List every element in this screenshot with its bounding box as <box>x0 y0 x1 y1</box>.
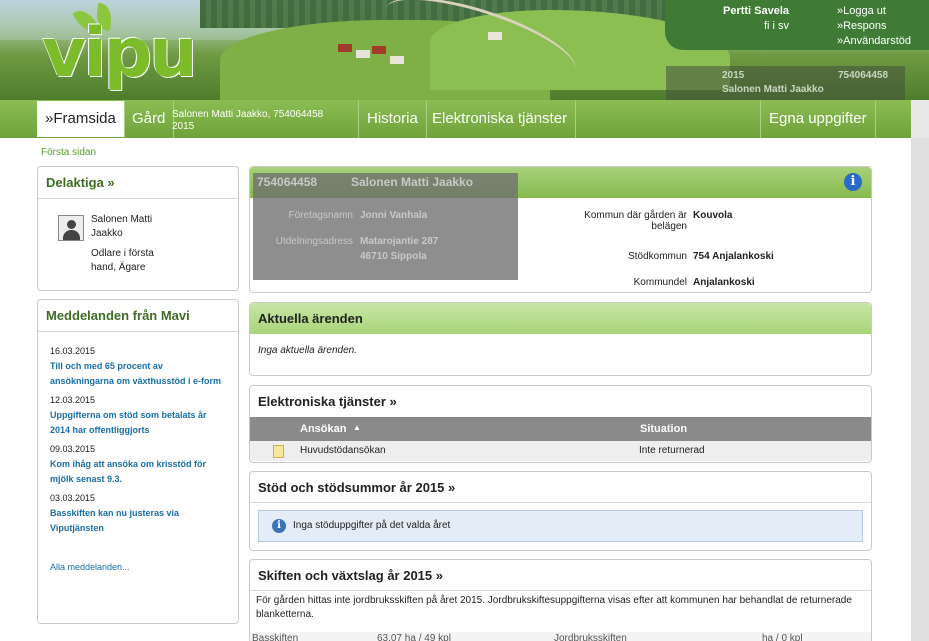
farm-badge-year: 2015 <box>722 70 745 81</box>
district-value: Anjalankoski <box>693 277 755 288</box>
banner-house <box>372 46 386 54</box>
current-cases-title: Aktuella ärenden <box>250 303 871 334</box>
nav-tab-gard[interactable]: Gård <box>124 100 175 138</box>
fields-box: Skiften och växtslag år 2015 » För gårde… <box>249 559 872 641</box>
agri-fields-label: Jordbruksskiften <box>554 633 627 641</box>
news-list: 16.03.2015 Till och med 65 procent av an… <box>50 340 225 575</box>
banner-house <box>488 32 502 40</box>
support-municipality-label: Stödkommun <box>628 251 687 262</box>
info-icon[interactable]: i <box>844 173 862 191</box>
district-label: Kommundel <box>633 277 687 288</box>
col-situation[interactable]: Situation <box>640 423 687 435</box>
scrollbar-track[interactable] <box>911 138 929 641</box>
col-application[interactable]: Ansökan <box>300 423 346 435</box>
news-date: 16.03.2015 <box>50 346 96 356</box>
info-icon: i <box>272 519 286 533</box>
application-status: Inte returnerad <box>639 445 705 456</box>
news-date: 03.03.2015 <box>50 493 96 503</box>
person-icon <box>58 215 84 241</box>
nav-tab-framsida[interactable]: »Framsida <box>37 101 125 137</box>
news-link[interactable]: Basskiften kan nu justeras via Viputjäns… <box>50 506 225 536</box>
news-date: 09.03.2015 <box>50 444 96 454</box>
privacy-overlay <box>253 173 518 280</box>
nav-tab-egna-uppgifter[interactable]: Egna uppgifter <box>760 100 876 138</box>
nav-tab-historia[interactable]: Historia <box>358 100 427 138</box>
participants-box: Delaktiga » Salonen Matti Jaakko Odlare … <box>37 166 239 291</box>
farm-badge-name: Salonen Matti Jaakko <box>722 84 824 95</box>
participant-role: Odlare i första hand, Ägare <box>91 248 154 273</box>
news-link[interactable]: Kom ihåg att ansöka om krisstöd för mjöl… <box>50 457 225 487</box>
agri-fields-value: ha / 0 kpl <box>762 633 803 641</box>
municipality-label: Kommun där gården är belägen <box>584 210 687 232</box>
support-sums-box: Stöd och stödsummor år 2015 » i Inga stö… <box>249 471 872 551</box>
all-news-link[interactable]: Alla meddelanden... <box>50 560 225 575</box>
farm-info-box: i 754064458 Salonen Matti Jaakko Företag… <box>249 166 872 293</box>
e-services-box: Elektroniska tjänster » Ansökan ▲ Situat… <box>249 385 872 463</box>
banner-house <box>390 56 404 64</box>
current-cases-text: Inga aktuella ärenden. <box>258 345 357 356</box>
banner-house <box>356 50 370 58</box>
feedback-link[interactable]: »Respons <box>837 19 911 34</box>
user-name: Pertti Savela <box>723 5 790 17</box>
logo-text: vipu <box>42 14 198 93</box>
support-notice-text: Inga stöduppgifter på det valda året <box>293 520 451 531</box>
participant-name: Salonen Matti Jaakko <box>91 214 153 239</box>
user-support-link[interactable]: »Användarstöd <box>837 34 911 49</box>
address-label: Utdelningsadress <box>275 236 353 247</box>
farm-id: 754064458 <box>257 175 318 189</box>
news-link[interactable]: Till och med 65 procent av ansökningarna… <box>50 359 225 389</box>
e-services-title[interactable]: Elektroniska tjänster » <box>250 386 871 417</box>
farm-badge-id: 754064458 <box>838 70 889 81</box>
main-nav: »Framsida Gård Salonen Matti Jaakko, 754… <box>0 100 911 138</box>
sort-up-icon[interactable]: ▲ <box>353 423 361 432</box>
participant-info: Salonen Matti Jaakko Odlare i första han… <box>91 213 181 275</box>
municipality-value: Kouvola <box>693 210 733 221</box>
news-link[interactable]: Uppgifterna om stöd som betalats år 2014… <box>50 408 225 438</box>
breadcrumb[interactable]: Första sidan <box>41 147 96 158</box>
base-fields-label: Basskiften <box>252 633 299 641</box>
base-fields-value: 63,07 ha / 49 kpl <box>377 633 451 641</box>
support-sums-title[interactable]: Stöd och stödsummor år 2015 » <box>250 472 871 503</box>
address-line1: Matarojantie 287 <box>360 236 439 247</box>
support-municipality-value: 754 Anjalankoski <box>693 251 774 262</box>
company-label: Företagsnamn <box>288 210 353 221</box>
nav-farm-info: Salonen Matti Jaakko, 754064458 2015 <box>172 109 323 133</box>
address-line2: 46710 Sippola <box>360 251 427 262</box>
logout-link[interactable]: »Logga ut <box>837 4 911 19</box>
vipu-logo[interactable]: vipu <box>20 2 198 96</box>
news-date: 12.03.2015 <box>50 395 96 405</box>
page-content: Första sidan Delaktiga » Salonen Matti J… <box>0 138 911 641</box>
application-name[interactable]: Huvudstödansökan <box>300 445 386 456</box>
farm-holder: Salonen Matti Jaakko <box>351 175 474 189</box>
current-cases-box: Aktuella ärenden Inga aktuella ärenden. <box>249 302 872 376</box>
user-links: »Logga ut »Respons »Användarstöd <box>837 4 911 49</box>
fields-summary-row: Basskiften 63,07 ha / 49 kpl Jordbrukssk… <box>250 632 871 641</box>
nav-tab-elektroniska-tjanster[interactable]: Elektroniska tjänster <box>424 100 577 138</box>
mavi-news-box: Meddelanden från Mavi 16.03.2015 Till oc… <box>37 299 239 624</box>
nav-farm-line1: Salonen Matti Jaakko, 754064458 <box>172 109 324 120</box>
nav-farm-line2: 2015 <box>172 121 195 132</box>
participants-title[interactable]: Delaktiga » <box>38 167 238 199</box>
support-notice: i Inga stöduppgifter på det valda året <box>258 510 863 542</box>
table-row[interactable]: Huvudstödansökan Inte returnerad <box>250 441 871 461</box>
e-services-table-header: Ansökan ▲ Situation <box>250 417 871 441</box>
farm-badge: 2015 754064458 Salonen Matti Jaakko <box>666 66 905 100</box>
fields-text: För gården hittas inte jordbruksskiften … <box>256 595 852 620</box>
mavi-news-title: Meddelanden från Mavi <box>38 300 238 332</box>
document-icon <box>273 445 284 458</box>
fields-title[interactable]: Skiften och växtslag år 2015 » <box>250 560 871 591</box>
company-value: Jonni Vanhala <box>360 210 428 221</box>
language-switch[interactable]: fi i sv <box>764 20 789 32</box>
banner-house <box>338 44 352 52</box>
user-panel: Pertti Savela fi i sv »Logga ut »Respons… <box>665 0 929 50</box>
